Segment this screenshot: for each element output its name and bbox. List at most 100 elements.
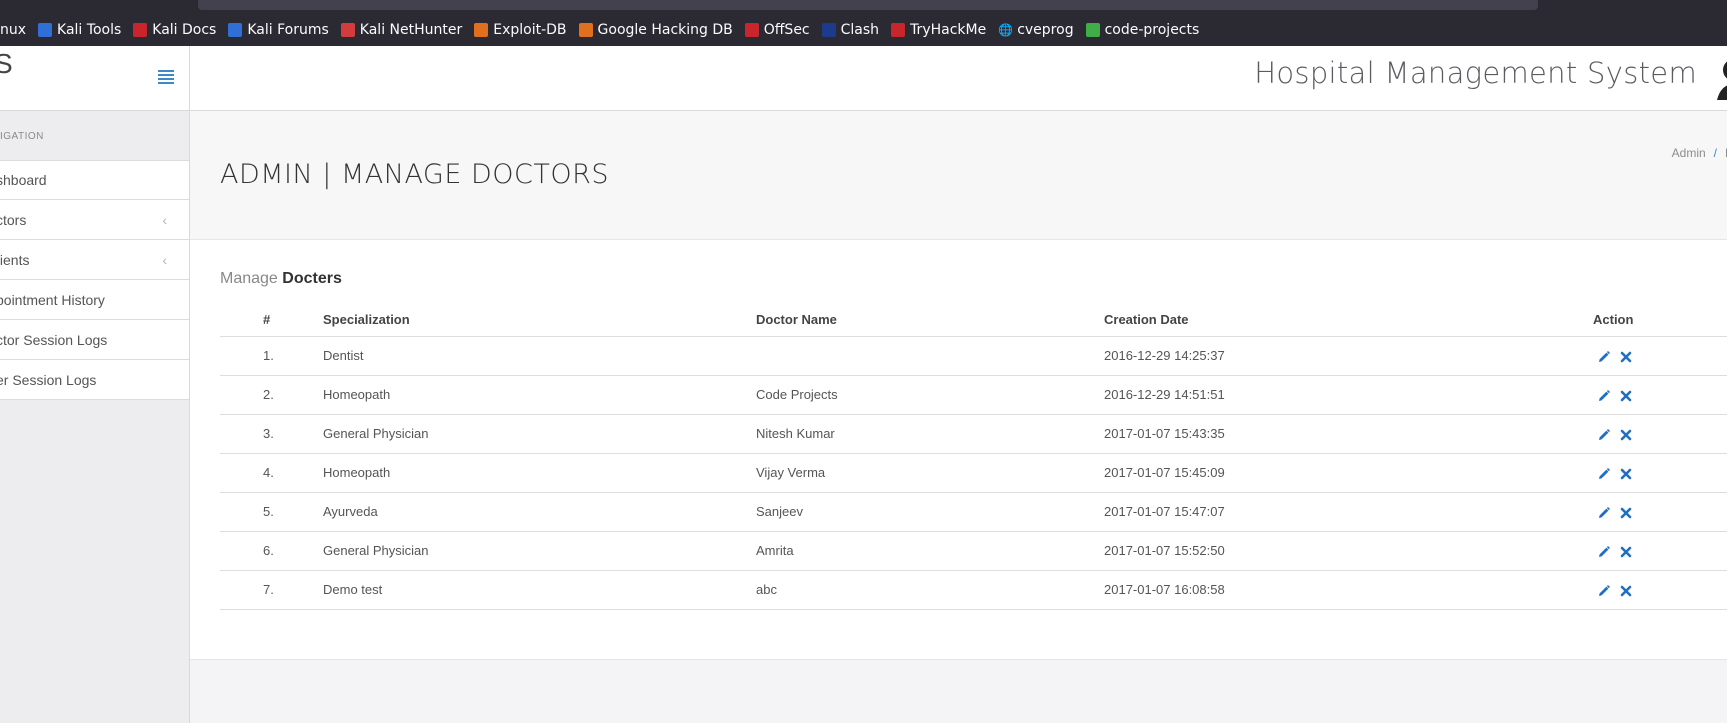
bookmark-label: TryHackMe: [910, 22, 987, 38]
delete-icon[interactable]: [1620, 585, 1632, 597]
cell-creation-date: 2017-01-07 15:47:07: [1104, 492, 1593, 532]
bookmarks-bar: nux Kali Tools Kali Docs Kali Forums Kali Ne…: [0, 18, 1211, 42]
table-row: 3. General Physician Nitesh Kumar 2017-01-0…: [220, 414, 1727, 454]
sidebar-item[interactable]: pointment History: [0, 280, 189, 320]
sidebar-item-label: shboard: [0, 172, 47, 188]
cell-specialization: General Physician: [323, 531, 756, 571]
sidebar-item[interactable]: shboard: [0, 160, 189, 200]
delete-icon[interactable]: [1620, 390, 1632, 402]
top-header: Hospital Management System: [190, 46, 1727, 111]
delete-icon[interactable]: [1620, 351, 1632, 363]
edit-icon[interactable]: [1598, 545, 1610, 558]
sidebar-item[interactable]: tients ‹: [0, 240, 189, 280]
cell-specialization: Homeopath: [323, 375, 756, 415]
cell-specialization: Demo test: [323, 570, 756, 610]
row-number: 7.: [220, 570, 323, 610]
cell-creation-date: 2016-12-29 14:25:37: [1104, 336, 1593, 376]
table-row: 1. Dentist 2016-12-29 14:25:37: [220, 336, 1727, 376]
cell-action: [1593, 531, 1727, 571]
bookmark-item[interactable]: TryHackMe: [891, 22, 986, 38]
column-header-doctor-name: Doctor Name: [756, 306, 1104, 337]
cell-specialization: General Physician: [323, 414, 756, 454]
chevron-left-icon: ‹: [162, 252, 167, 268]
sidebar-item[interactable]: ctors ‹: [0, 200, 189, 240]
table-row: 7. Demo test abc 2017-01-07 16:08:58: [220, 570, 1727, 610]
row-number: 5.: [220, 492, 323, 532]
bookmark-item[interactable]: Kali NetHunter: [340, 22, 462, 38]
edit-icon[interactable]: [1598, 467, 1610, 480]
user-avatar-icon[interactable]: [1717, 56, 1727, 100]
bookmark-item[interactable]: code-projects: [1085, 22, 1199, 38]
column-header-number: #: [220, 306, 323, 337]
column-header-action: Action: [1593, 306, 1727, 337]
bookmark-label: Google Hacking DB: [597, 22, 733, 38]
edit-icon[interactable]: [1598, 428, 1610, 441]
globe-icon: 🌐: [998, 23, 1014, 37]
cell-specialization: Ayurveda: [323, 492, 756, 532]
panel-heading-bold: Docters: [282, 270, 342, 287]
bookmark-item[interactable]: Kali Docs: [133, 22, 216, 38]
bookmark-label: Clash: [840, 22, 880, 38]
cell-doctor-name: abc: [756, 570, 1104, 610]
sidebar-item[interactable]: er Session Logs: [0, 360, 189, 400]
panel-heading-light: Manage: [220, 270, 278, 287]
page-title: ADMIN | MANAGE DOCTORS: [220, 159, 610, 190]
bookmark-item[interactable]: Exploit-DB: [474, 22, 567, 38]
bookmark-item[interactable]: OffSec: [744, 22, 810, 38]
delete-icon[interactable]: [1620, 546, 1632, 558]
cell-doctor-name: Sanjeev: [756, 492, 1104, 532]
edit-icon[interactable]: [1598, 506, 1610, 519]
brand: S: [0, 46, 189, 111]
table-row: 6. General Physician Amrita 2017-01-07 15:5…: [220, 531, 1727, 571]
breadcrumb-admin[interactable]: Admin: [1672, 146, 1706, 160]
sidebar-item-label: er Session Logs: [0, 372, 97, 388]
row-number: 3.: [220, 414, 323, 454]
cell-doctor-name: Amrita: [756, 531, 1104, 571]
table-row: 5. Ayurveda Sanjeev 2017-01-07 15:47:07: [220, 492, 1727, 532]
delete-icon[interactable]: [1620, 429, 1632, 441]
bookmark-label: Exploit-DB: [493, 22, 567, 38]
cell-creation-date: 2017-01-07 15:45:09: [1104, 453, 1593, 493]
cell-doctor-name: Vijay Verma: [756, 453, 1104, 493]
bookmark-item[interactable]: 🌐 cveprog: [998, 22, 1073, 38]
edit-icon[interactable]: [1598, 389, 1610, 402]
bookmark-label: cveprog: [1017, 22, 1074, 38]
bookmark-item[interactable]: Kali Forums: [228, 22, 329, 38]
cell-specialization: Homeopath: [323, 453, 756, 493]
delete-icon[interactable]: [1620, 468, 1632, 480]
sidebar-item-label: pointment History: [0, 292, 105, 308]
breadcrumb: Admin/M: [1672, 146, 1727, 160]
edit-icon[interactable]: [1598, 350, 1610, 363]
tryhackme-icon: [891, 23, 906, 37]
brand-logo-text: S: [0, 48, 13, 79]
cell-doctor-name: [756, 336, 1104, 376]
bookmark-item[interactable]: Kali Tools: [38, 22, 121, 38]
sidebar-item[interactable]: ctor Session Logs: [0, 320, 189, 360]
bookmark-label: Kali Forums: [247, 22, 329, 38]
edit-icon[interactable]: [1598, 584, 1610, 597]
code-projects-icon: [1085, 23, 1100, 37]
footer-area: [190, 660, 1727, 723]
table-row: 2. Homeopath Code Projects 2016-12-29 14:51…: [220, 375, 1727, 415]
bookmark-item[interactable]: Google Hacking DB: [578, 22, 733, 38]
sidebar: S IGATION shboard ctors ‹ tients ‹ pointment …: [0, 46, 190, 723]
bookmark-item[interactable]: Clash: [821, 22, 880, 38]
cell-doctor-name: Nitesh Kumar: [756, 414, 1104, 454]
kali-forums-icon: [228, 23, 243, 37]
cell-action: [1593, 492, 1727, 532]
url-bar[interactable]: [198, 0, 1538, 10]
column-header-specialization: Specialization: [323, 306, 756, 337]
main-content: Manage Docters # Specialization Doctor N…: [190, 240, 1727, 660]
menu-toggle-icon[interactable]: [158, 70, 174, 84]
app-title: Hospital Management System: [1254, 56, 1697, 90]
sidebar-item-label: ctors: [0, 212, 27, 228]
delete-icon[interactable]: [1620, 507, 1632, 519]
cell-action: [1593, 375, 1727, 415]
cell-specialization: Dentist: [323, 336, 756, 376]
google-hacking-db-icon: [578, 23, 593, 37]
bookmark-item[interactable]: nux: [0, 22, 26, 38]
row-number: 6.: [220, 531, 323, 571]
browser-toolbar: nux Kali Tools Kali Docs Kali Forums Kali Ne…: [0, 0, 1727, 46]
breadcrumb-separator: /: [1713, 146, 1717, 160]
cell-creation-date: 2016-12-29 14:51:51: [1104, 375, 1593, 415]
